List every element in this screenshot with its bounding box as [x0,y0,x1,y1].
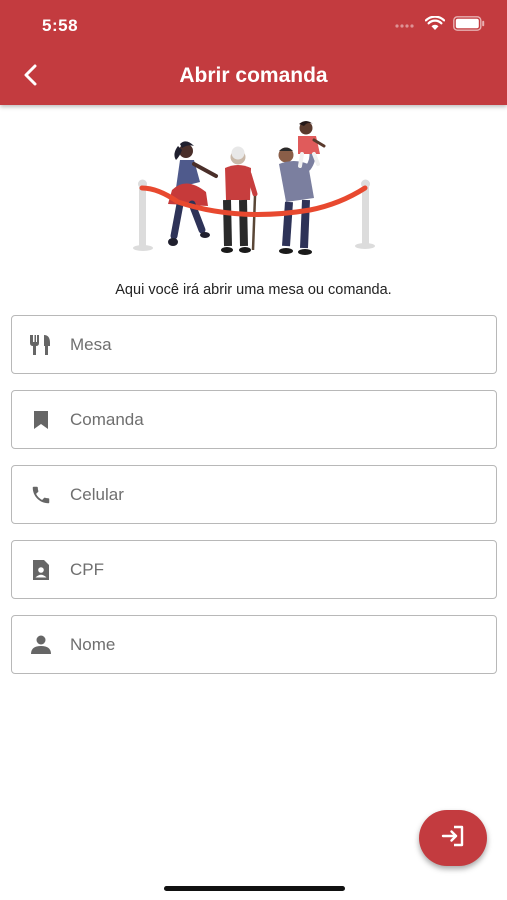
cpf-field[interactable] [11,540,497,599]
login-icon [440,824,466,853]
page-title: Abrir comanda [179,64,328,87]
phone-icon [12,466,70,523]
status-icons [395,15,485,36]
comanda-field[interactable] [11,390,497,449]
mesa-field[interactable] [11,315,497,374]
event-illustration [128,118,382,258]
mesa-input[interactable] [70,324,470,365]
bookmark-icon [12,391,70,448]
battery-icon [453,16,485,36]
home-indicator [164,886,345,891]
submit-fab-button[interactable] [419,810,487,866]
cpf-input[interactable] [70,549,470,590]
page-description: Aqui você irá abrir uma mesa ou comanda. [115,282,392,298]
person-icon [12,616,70,673]
id-card-icon [12,541,70,598]
comanda-input[interactable] [70,399,470,440]
nome-field[interactable] [11,615,497,674]
utensils-icon [12,316,70,373]
app-bar: 5:58 Abrir comanda [0,0,507,105]
celular-input[interactable] [70,474,470,515]
status-time: 5:58 [42,16,79,35]
celular-field[interactable] [11,465,497,524]
signal-icon [395,17,417,35]
wifi-icon [424,15,446,36]
nome-input[interactable] [70,624,470,665]
